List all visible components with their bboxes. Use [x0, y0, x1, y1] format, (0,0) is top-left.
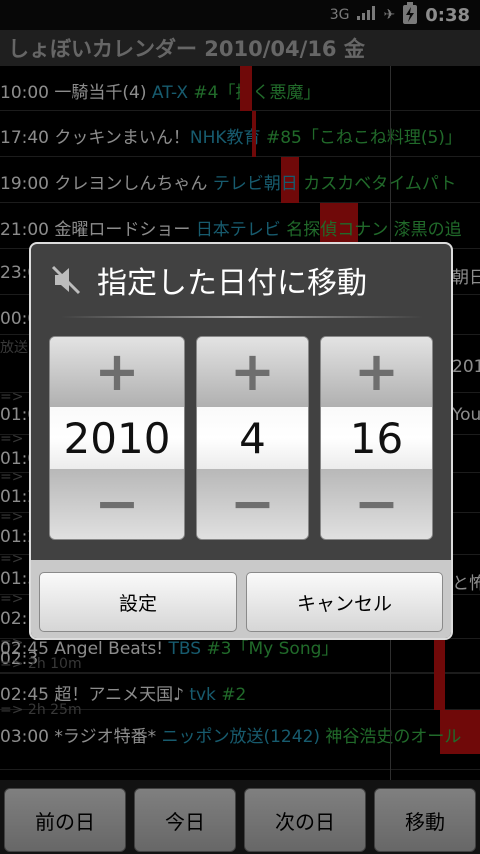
- day-decrement-button[interactable]: −: [321, 469, 432, 539]
- cancel-button[interactable]: キャンセル: [246, 572, 443, 632]
- year-decrement-button[interactable]: −: [50, 469, 184, 539]
- year-value[interactable]: 2010: [50, 407, 184, 469]
- dialog-title-bar: 指定した日付に移動: [31, 244, 451, 316]
- mute-icon: [49, 263, 83, 297]
- date-dialog: 指定した日付に移動 + 2010 − + 4 − + 16 − 設定 キャンセル: [29, 242, 453, 640]
- month-value[interactable]: 4: [197, 407, 308, 469]
- year-increment-button[interactable]: +: [50, 337, 184, 407]
- plus-icon: +: [353, 340, 400, 403]
- month-increment-button[interactable]: +: [197, 337, 308, 407]
- year-picker: + 2010 −: [49, 336, 185, 540]
- minus-icon: −: [229, 472, 276, 535]
- month-decrement-button[interactable]: −: [197, 469, 308, 539]
- dialog-divider: [61, 316, 423, 318]
- set-button[interactable]: 設定: [39, 572, 237, 632]
- day-value[interactable]: 16: [321, 407, 432, 469]
- plus-icon: +: [229, 340, 276, 403]
- dialog-title: 指定した日付に移動: [97, 266, 367, 301]
- minus-icon: −: [353, 472, 400, 535]
- plus-icon: +: [94, 340, 140, 403]
- day-increment-button[interactable]: +: [321, 337, 432, 407]
- day-picker: + 16 −: [320, 336, 433, 540]
- month-picker: + 4 −: [196, 336, 309, 540]
- dialog-button-area: 設定 キャンセル: [31, 560, 451, 638]
- minus-icon: −: [94, 472, 140, 535]
